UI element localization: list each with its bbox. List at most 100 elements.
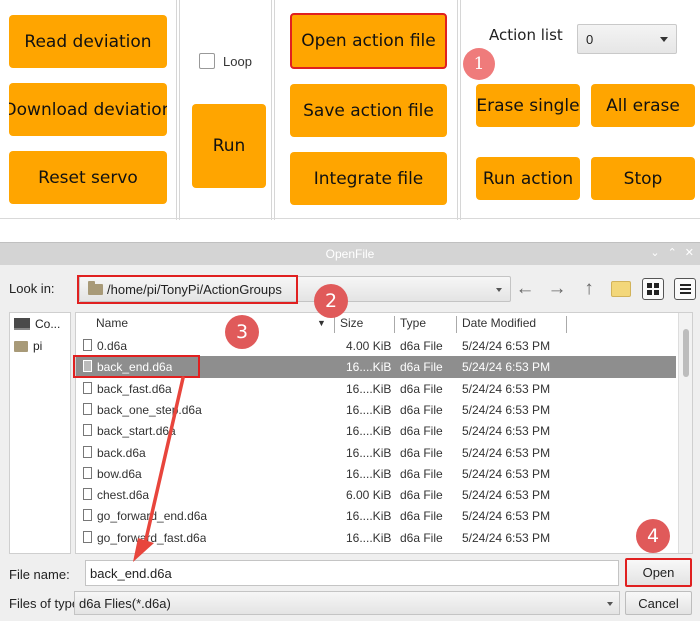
file-size-cell: 16....KiB [346,466,392,481]
file-type-cell: d6a File [400,488,443,503]
list-view-icon[interactable] [674,278,696,300]
file-row[interactable]: back.d6a 16....KiB d6a File 5/24/24 6:53 PM [76,442,676,463]
file-name-cell: back_one_step.d6a [97,402,202,417]
files-of-type-value: d6a Flies(*.d6a) [79,595,171,611]
checkbox-box[interactable] [199,53,215,69]
column-divider [566,316,567,333]
file-icon [83,402,92,415]
step-badge-3: 3 [225,315,259,349]
action-list-dropdown[interactable]: 0 [577,24,677,54]
sidebar-item-computer[interactable]: Co... [10,313,70,335]
action-list-label: Action list [489,26,563,44]
minimize-icon[interactable]: ⌄ [650,246,659,259]
file-icon [83,466,92,479]
panel-divider [271,0,275,220]
file-icon [83,424,92,437]
file-date-cell: 5/24/24 6:53 PM [462,339,551,353]
look-in-label: Look in: [9,281,55,296]
loop-checkbox[interactable]: Loop [199,53,252,69]
close-icon[interactable]: ✕ [685,246,694,259]
panel-divider [457,0,461,220]
file-name-input[interactable]: back_end.d6a [85,560,619,586]
computer-icon [14,318,30,330]
file-name-cell: chest.d6a [97,488,150,503]
files-of-type-label: Files of type: [9,596,83,611]
files-of-type-dropdown[interactable]: d6a Flies(*.d6a) [74,591,620,615]
file-name-cell: go_forward_fast.d6a [97,530,207,545]
column-divider [456,316,457,333]
dialog-title: OpenFile [325,247,375,261]
open-action-file-button[interactable]: Open action file [290,13,447,69]
column-header-name[interactable]: Name [96,316,128,330]
file-size-cell: 16....KiB [346,509,392,524]
file-type-cell: d6a File [400,466,443,481]
new-folder-icon[interactable] [610,278,632,300]
navigation-toolbar: ← → ↑ [514,278,696,300]
file-date-cell: 5/24/24 6:53 PM [462,488,551,503]
file-size-cell: 6.00 KiB [346,488,392,503]
forward-arrow-icon[interactable]: → [546,278,568,300]
file-row[interactable]: 0.d6a 4.00 KiB d6a File 5/24/24 6:53 PM [76,335,676,356]
file-name-cell: back_fast.d6a [97,381,172,396]
file-icon [83,488,92,501]
download-deviation-button[interactable]: Download deviation [9,83,167,136]
panel-divider [176,0,180,220]
save-action-file-button[interactable]: Save action file [290,84,447,137]
file-type-cell: d6a File [400,339,443,353]
read-deviation-button[interactable]: Read deviation [9,15,167,68]
file-date-cell: 5/24/24 6:53 PM [462,402,551,417]
file-size-cell: 16....KiB [346,381,392,396]
file-date-cell: 5/24/24 6:53 PM [462,424,551,439]
file-size-cell: 16....KiB [346,530,392,545]
cancel-button[interactable]: Cancel [625,591,692,615]
file-size-cell: 16....KiB [346,360,392,375]
file-name-cell: bow.d6a [97,466,142,481]
icon-view-icon[interactable] [642,278,664,300]
file-date-cell: 5/24/24 6:53 PM [462,381,551,396]
window-controls: ⌄ ⌃ ✕ [650,246,694,259]
loop-label: Loop [223,53,252,69]
file-name-cell: back_start.d6a [97,424,176,439]
reset-servo-button[interactable]: Reset servo [9,151,167,204]
back-arrow-icon[interactable]: ← [514,278,536,300]
file-size-cell: 16....KiB [346,424,392,439]
dialog-titlebar[interactable]: OpenFile ⌄ ⌃ ✕ [0,243,700,265]
vertical-scrollbar[interactable] [678,313,692,553]
file-icon [83,445,92,458]
path-highlight [77,275,298,304]
maximize-icon[interactable]: ⌃ [668,246,677,259]
up-arrow-icon[interactable]: ↑ [578,278,600,300]
column-header-type[interactable]: Type [400,316,426,330]
file-icon [83,381,92,394]
action-list-value: 0 [586,31,594,47]
sort-indicator-icon: ▼ [317,318,326,328]
file-row[interactable]: chest.d6a 6.00 KiB d6a File 5/24/24 6:53 PM [76,484,676,505]
sidebar-item-label: pi [33,339,43,353]
file-name-cell: 0.d6a [97,339,128,353]
file-type-cell: d6a File [400,381,443,396]
sidebar-item-label: Co... [35,317,61,331]
erase-single-button[interactable]: Erase single [476,84,580,127]
file-row[interactable]: back_start.d6a 16....KiB d6a File 5/24/24 6… [76,420,676,441]
file-icon [83,530,92,543]
run-button[interactable]: Run [192,104,266,188]
integrate-file-button[interactable]: Integrate file [290,152,447,205]
file-row[interactable]: go_forward_end.d6a 16....KiB d6a File 5/24/… [76,505,676,526]
file-name-cell: go_forward_end.d6a [97,509,208,524]
file-row[interactable]: bow.d6a 16....KiB d6a File 5/24/24 6:53 PM [76,463,676,484]
stop-button[interactable]: Stop [591,157,695,200]
run-action-button[interactable]: Run action [476,157,580,200]
file-date-cell: 5/24/24 6:53 PM [462,360,551,375]
column-header-size[interactable]: Size [340,316,363,330]
step-badge-4: 4 [636,519,670,553]
places-sidebar: Co... pi [9,312,71,554]
all-erase-button[interactable]: All erase [591,84,695,127]
scrollbar-thumb[interactable] [683,329,689,377]
column-header-date[interactable]: Date Modified [462,316,536,330]
file-row[interactable]: go_forward_fast.d6a 16....KiB d6a File 5/24… [76,527,676,548]
file-row[interactable]: back_fast.d6a 16....KiB d6a File 5/24/24 6:… [76,378,676,399]
open-button[interactable]: Open [625,558,692,587]
file-icon [83,339,92,351]
file-row[interactable]: back_one_step.d6a 16....KiB d6a File 5/24/2… [76,399,676,420]
sidebar-item-pi[interactable]: pi [10,335,70,357]
